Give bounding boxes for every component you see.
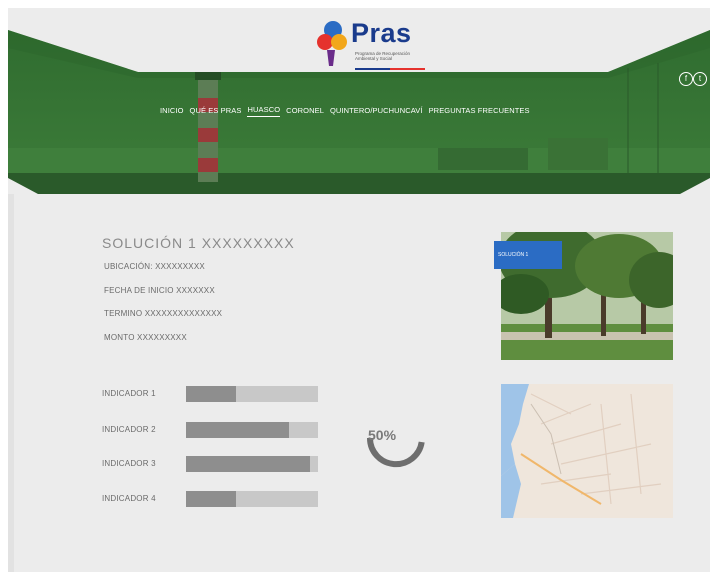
left-shadow [8,194,14,572]
solution-tag: SOLUCIÓN 1 [494,241,562,269]
progress-gauge [366,437,425,468]
termino-text: TERMINO XXXXXXXXXXXXXX [104,309,223,318]
logo-subtitle: Programa de Recuperación Ambiental y Soc… [355,51,411,61]
nav-item-huasco[interactable]: HUASCO [247,105,281,117]
facebook-icon[interactable]: f [679,72,693,86]
nav-item-que-es-pras[interactable]: QUÉ ES PRAS [190,106,242,117]
nav-item-inicio[interactable]: INICIO [160,106,184,117]
monto-text: MONTO XXXXXXXXX [104,333,187,342]
indicator-track [186,491,318,507]
twitter-icon[interactable]: t [693,72,707,86]
indicator-row: INDICADOR 3 [102,456,322,472]
main-nav: INICIO QUÉ ES PRAS HUASCO CORONEL QUINTE… [160,104,530,118]
nav-item-coronel[interactable]: CORONEL [286,106,324,117]
indicator-row: INDICADOR 1 [102,386,322,402]
indicator-label: INDICADOR 2 [102,425,156,434]
indicator-track [186,422,318,438]
indicator-fill [186,386,237,402]
indicator-row: INDICADOR 2 [102,422,322,438]
indicator-fill [186,491,237,507]
location-map[interactable] [501,384,673,518]
indicator-row: INDICADOR 4 [102,491,322,507]
indicator-label: INDICADOR 1 [102,389,156,398]
indicator-fill [186,456,311,472]
solution-title: SOLUCIÓN 1 XXXXXXXXX [102,235,295,251]
pras-logo[interactable]: Pras Programa de Recuperación Ambiental … [313,16,433,72]
indicator-label: INDICADOR 3 [102,459,156,468]
indicator-track [186,386,318,402]
progress-percent: 50% [368,427,397,443]
nav-item-quintero[interactable]: QUINTERO/PUCHUNCAVÍ [330,106,423,117]
nav-item-preguntas-frecuentes[interactable]: PREGUNTAS FRECUENTES [429,106,530,117]
indicator-track [186,456,318,472]
hero-header: Pras Programa de Recuperación Ambiental … [8,8,710,194]
fecha-inicio-text: FECHA DE INICIO XXXXXXX [104,286,215,295]
logo-underline [355,68,425,70]
indicator-fill [186,422,289,438]
logo-text: Pras [351,18,412,48]
logo-mark-icon [317,21,347,66]
indicator-label: INDICADOR 4 [102,494,156,503]
page-frame: Pras Programa de Recuperación Ambiental … [8,8,710,572]
ubicacion-text: UBICACIÓN: XXXXXXXXX [104,262,205,271]
